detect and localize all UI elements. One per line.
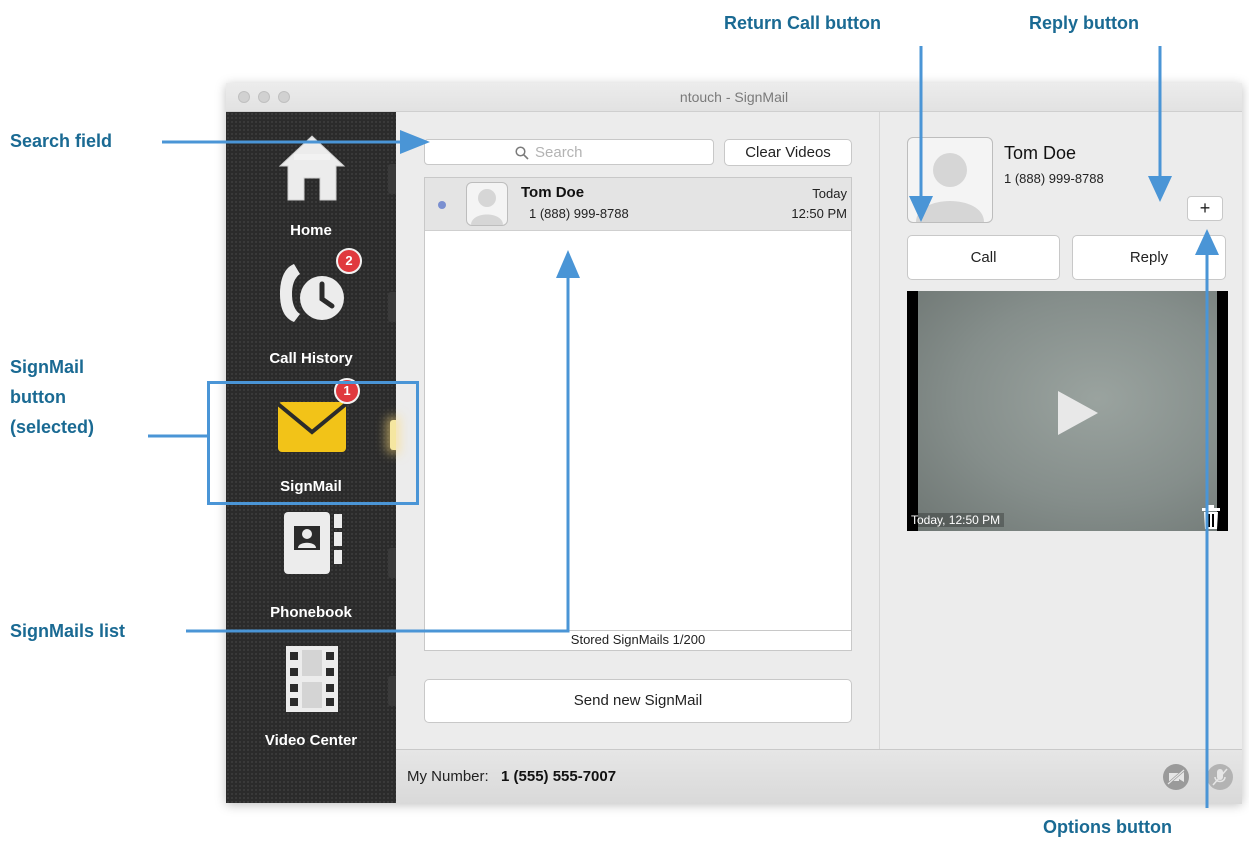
contact-number: 1 (888) 999-8788 <box>529 206 629 221</box>
annotation-signmail-line-3: (selected) <box>10 417 95 437</box>
sidebar-tab-indicator <box>388 292 396 322</box>
video-preview[interactable]: Today, 12:50 PM <box>907 291 1228 531</box>
my-number-value: 1 (555) 555-7007 <box>501 768 617 785</box>
annotation-search-field: Search field <box>10 131 113 151</box>
video-frame <box>918 291 1217 531</box>
annotation-signmails-list: SignMails list <box>10 621 126 641</box>
mute-icon[interactable] <box>1207 764 1233 790</box>
sidebar-tab-indicator <box>388 548 396 578</box>
sidebar-item-label: Home <box>290 222 332 239</box>
sidebar-item-phonebook[interactable]: Phonebook <box>226 496 396 622</box>
window-title: ntouch - SignMail <box>679 89 789 105</box>
annotation-signmail-line-2: button <box>10 387 66 407</box>
title-bar: ntouch - SignMail <box>226 83 1242 112</box>
phonebook-icon <box>274 506 350 582</box>
search-icon <box>515 146 529 160</box>
sidebar-tab-indicator <box>388 164 396 194</box>
sidebar-item-label: Phonebook <box>270 604 352 621</box>
contact-name: Tom Doe <box>521 184 585 201</box>
home-icon <box>274 130 350 206</box>
signmails-list: Tom Doe 1 (888) 999-8788 Today 12:50 PM … <box>424 177 852 651</box>
options-button[interactable]: + <box>1187 196 1223 221</box>
my-number-label: My Number: <box>407 768 489 785</box>
detail-name: Tom Doe <box>1004 143 1077 163</box>
signmail-selection-highlight <box>207 381 419 505</box>
signmail-time: 12:50 PM <box>791 206 847 221</box>
annotation-reply: Reply button <box>1029 13 1139 33</box>
film-icon <box>274 642 350 718</box>
annotation-return-call: Return Call button <box>724 13 881 33</box>
search-input[interactable]: Search <box>424 139 714 165</box>
signmail-date: Today <box>812 186 847 201</box>
list-item[interactable]: Tom Doe 1 (888) 999-8788 Today 12:50 PM <box>425 178 851 231</box>
annotation-options: Options button <box>1043 817 1172 837</box>
annotation-signmail-line-1: SignMail <box>10 357 85 377</box>
unread-indicator <box>438 201 446 209</box>
sidebar-item-call-history[interactable]: 2 Call History <box>226 240 396 367</box>
trash-icon[interactable] <box>1201 505 1221 529</box>
call-history-badge: 2 <box>336 248 362 274</box>
search-placeholder: Search <box>535 144 583 161</box>
sidebar-tab-indicator <box>388 676 396 706</box>
video-privacy-icon[interactable] <box>1163 764 1189 790</box>
sidebar-item-video-center[interactable]: Video Center <box>226 624 396 750</box>
play-icon[interactable] <box>1058 391 1098 435</box>
annotation-signmail-button: SignMail button (selected) <box>10 352 94 442</box>
reply-button[interactable]: Reply <box>1072 235 1226 280</box>
detail-avatar <box>907 137 993 223</box>
stored-signmails-count: Stored SignMails 1/200 <box>425 630 851 649</box>
send-new-signmail-button[interactable]: Send new SignMail <box>424 679 852 723</box>
detail-number: 1 (888) 999-8788 <box>1004 171 1104 186</box>
sidebar-item-home[interactable]: Home <box>226 112 396 239</box>
panel-divider <box>879 112 880 749</box>
video-timestamp: Today, 12:50 PM <box>907 513 1005 527</box>
sidebar-item-label: Video Center <box>264 732 358 749</box>
status-bar: My Number: 1 (555) 555-7007 <box>396 749 1242 804</box>
sidebar-item-label: Call History <box>269 350 353 367</box>
clear-videos-button[interactable]: Clear Videos <box>724 139 852 166</box>
call-button[interactable]: Call <box>907 235 1060 280</box>
contact-avatar <box>466 182 508 226</box>
